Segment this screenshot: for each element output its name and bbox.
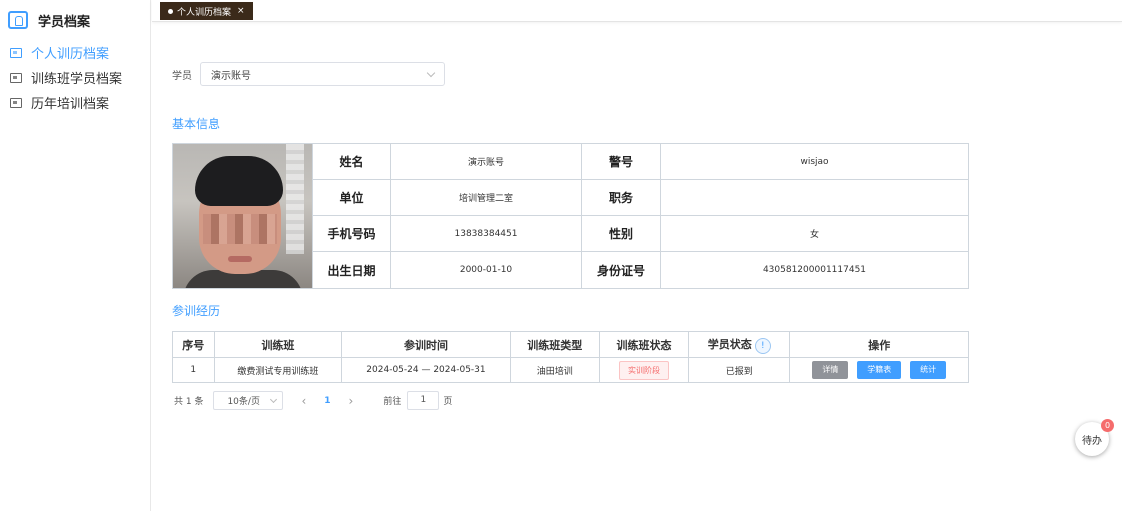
tab-bar: 个人训历档案 × [152,0,1122,22]
archive-button[interactable]: 学籍表 [857,361,902,379]
archive-icon [8,11,28,29]
tab-label: 个人训历档案 [177,7,232,18]
detail-button[interactable]: 详情 [812,361,849,379]
value-police-no: wisjao [661,144,968,180]
cell-class: 缴费测试专用训练班 [213,357,343,383]
cell-time: 2024-05-24 — 2024-05-31 [341,357,511,383]
cell-class-status: 实训阶段 [598,357,690,383]
value-gender: 女 [661,216,968,252]
label-position: 职务 [582,180,661,216]
sidebar-item-label: 历年培训档案 [31,97,110,112]
label-gender: 性别 [582,216,661,252]
sidebar-title: 学员档案 [38,14,91,30]
chevron-down-icon [270,395,278,403]
col-header-class-status: 训练班状态 [598,331,690,358]
sidebar-item-yearly-archive[interactable]: 历年培训档案 [0,90,150,115]
value-phone: 13838384451 [391,216,582,252]
photo-mouth [228,256,252,262]
goto-page: 前往 1 页 [383,391,452,410]
sidebar-item-label: 个人训历档案 [31,47,110,62]
experience-table: 序号 训练班 参训时间 训练班类型 训练班状态 学员状态! 操作 1 缴费测试专… [172,331,969,383]
label-police-no: 警号 [582,144,661,180]
label-name: 姓名 [313,144,391,180]
basic-info-grid: 姓名 演示账号 警号 wisjao 单位 培训管理二室 职务 手机号码 1383… [313,144,968,288]
tab-personal-archive[interactable]: 个人训历档案 × [160,2,253,20]
value-name: 演示账号 [391,144,582,180]
monitor-icon [10,72,22,83]
photo-hair [195,156,283,206]
goto-page-input[interactable]: 1 [407,391,440,410]
sidebar-item-label: 训练班学员档案 [31,72,123,87]
col-header-no: 序号 [172,331,215,358]
label-birthdate: 出生日期 [313,252,391,288]
value-id-number: 430581200001117451 [762,265,867,275]
info-icon[interactable]: ! [754,337,771,354]
col-header-student-status: 学员状态! [688,331,791,358]
monitor-icon [10,97,22,108]
status-badge: 实训阶段 [618,360,669,380]
id-card-icon [10,47,22,58]
table-row: 1 缴费测试专用训练班 2024-05-24 — 2024-05-31 油田培训… [172,357,969,383]
main-content: 学员 演示账号 基本信息 姓名 演示账号 警号 wisjao 单位 培训管理二室… [152,22,1122,511]
photo-mosaic [203,214,277,244]
sidebar-item-class-archive[interactable]: 训练班学员档案 [0,65,150,90]
col-header-type: 训练班类型 [509,331,600,358]
sidebar: 学员档案 个人训历档案 训练班学员档案 历年培训档案 [0,0,151,511]
experience-title: 参训经历 [172,304,221,318]
student-filter-label: 学员 [172,70,192,82]
student-select-value: 演示账号 [211,70,251,82]
chevron-down-icon [426,68,436,77]
next-page-button[interactable]: › [349,394,354,408]
pagination: 共 1 条 10条/页 ‹ 1 › 前往 1 页 [174,391,452,410]
page-size-select[interactable]: 10条/页 [213,391,284,410]
goto-label: 前往 [383,397,402,407]
total-count: 共 1 条 [174,397,204,407]
basic-info-table: 姓名 演示账号 警号 wisjao 单位 培训管理二室 职务 手机号码 1383… [172,143,969,289]
sidebar-header: 学员档案 [0,0,150,40]
close-icon[interactable]: × [237,6,245,16]
goto-suffix: 页 [443,397,453,407]
value-birthdate: 2000-01-10 [391,252,582,288]
col-header-time: 参训时间 [341,331,511,358]
page-number-current[interactable]: 1 [324,396,330,406]
col-header-class: 训练班 [213,331,343,358]
label-unit: 单位 [313,180,391,216]
page-size-value: 10条/页 [227,397,260,407]
label-id-number: 身份证号 [582,252,661,288]
prev-page-button[interactable]: ‹ [301,394,306,408]
cell-no: 1 [172,357,215,383]
value-position [661,180,968,216]
basic-info-title: 基本信息 [172,117,221,131]
cell-actions: 详情 学籍表 统计 [789,357,969,383]
col-header-actions: 操作 [789,331,969,358]
cell-student-status: 已报到 [688,357,791,383]
value-unit: 培训管理二室 [391,180,582,216]
table-header-row: 序号 训练班 参训时间 训练班类型 训练班状态 学员状态! 操作 [172,331,969,358]
photo-background [286,144,304,254]
col-header-student-status-label: 学员状态 [707,337,752,351]
student-photo [173,144,313,288]
stats-button[interactable]: 统计 [910,361,947,379]
student-select[interactable]: 演示账号 [200,62,445,86]
student-filter: 学员 演示账号 [172,62,445,86]
active-dot-icon [168,8,173,14]
cell-type: 油田培训 [509,357,600,383]
sidebar-item-personal-archive[interactable]: 个人训历档案 [0,40,150,65]
todo-count-badge: 0 [1101,419,1114,432]
label-phone: 手机号码 [313,216,391,252]
